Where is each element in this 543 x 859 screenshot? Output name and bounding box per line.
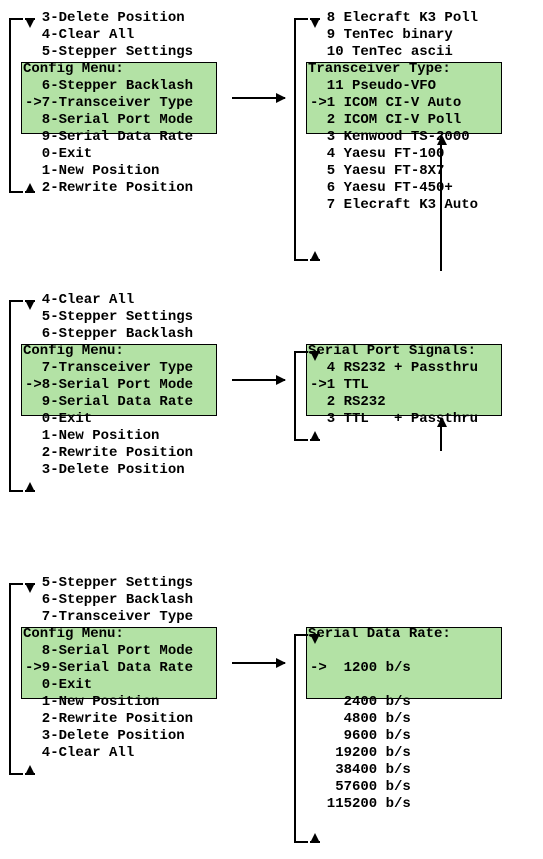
scroll-wrap-icon xyxy=(294,18,308,261)
list-item: 9 TenTec binary xyxy=(310,27,478,44)
list-item: 5-Stepper Settings xyxy=(25,309,193,326)
list-item: 115200 b/s xyxy=(310,796,451,813)
list-item-selected: ->7-Transceiver Type xyxy=(25,95,193,112)
list-item: 5-Stepper Settings xyxy=(25,44,193,61)
list-item: 3 TTL + Passthru xyxy=(310,411,478,428)
list-item: 3-Delete Position xyxy=(25,462,193,479)
scroll-wrap-icon xyxy=(9,300,23,492)
list-item: 3-Delete Position xyxy=(25,10,193,27)
list-item: 57600 b/s xyxy=(310,779,451,796)
list-item: 7-Transceiver Type xyxy=(25,360,193,377)
list-item: 4800 b/s xyxy=(310,711,451,728)
list-item: 4 Yaesu FT-100 xyxy=(310,146,478,163)
list-item: 1-New Position xyxy=(25,428,193,445)
list-item-selected: ->1 TTL xyxy=(310,377,478,394)
list-item: 8 Elecraft K3 Poll xyxy=(310,10,478,27)
list-item: 3-Delete Position xyxy=(25,728,193,745)
list-item-selected: ->1 ICOM CI-V Auto xyxy=(310,95,478,112)
list-item: 9600 b/s xyxy=(310,728,451,745)
config-menu-list: 3-Delete Position 4-Clear All 5-Stepper … xyxy=(25,10,193,197)
list-item: 2-Rewrite Position xyxy=(25,180,193,197)
list-item: 4-Clear All xyxy=(25,292,193,309)
list-item: 2 ICOM CI-V Poll xyxy=(310,112,478,129)
list-item: 8-Serial Port Mode xyxy=(25,643,193,660)
list-item: 9-Serial Data Rate xyxy=(25,394,193,411)
scroll-wrap-icon xyxy=(294,634,308,843)
list-item: 4-Clear All xyxy=(25,745,193,762)
box-title: Config Menu: xyxy=(23,343,193,360)
box-title: Serial Port Signals: xyxy=(308,343,478,360)
box-title: Config Menu: xyxy=(23,61,193,78)
list-item: 0-Exit xyxy=(25,146,193,163)
serial-data-rate-list: Serial Data Rate: -> 1200 b/s 2400 b/s 4… xyxy=(310,626,451,813)
list-item: 7-Transceiver Type xyxy=(25,609,193,626)
list-item: 6-Stepper Backlash xyxy=(25,592,193,609)
list-item xyxy=(310,643,451,660)
list-item: 9-Serial Data Rate xyxy=(25,129,193,146)
list-item: 6-Stepper Backlash xyxy=(25,78,193,95)
serial-port-signals-list: Serial Port Signals: 4 RS232 + Passthru … xyxy=(310,343,478,428)
list-item: 7 Elecraft K3 Auto xyxy=(310,197,478,214)
list-item: 6-Stepper Backlash xyxy=(25,326,193,343)
list-item: 11 Pseudo-VFO xyxy=(310,78,478,95)
list-item: 6 Yaesu FT-450+ xyxy=(310,180,478,197)
list-item-selected: ->9-Serial Data Rate xyxy=(25,660,193,677)
list-item-selected: -> 1200 b/s xyxy=(310,660,451,677)
arrow-right-icon xyxy=(232,662,285,664)
list-item: 2 RS232 xyxy=(310,394,478,411)
list-item: 5 Yaesu FT-8X7 xyxy=(310,163,478,180)
box-title: Config Menu: xyxy=(23,626,193,643)
arrow-right-icon xyxy=(232,97,285,99)
list-item: 5-Stepper Settings xyxy=(25,575,193,592)
scroll-wrap-icon xyxy=(294,351,308,441)
list-item: 19200 b/s xyxy=(310,745,451,762)
config-menu-list: 4-Clear All 5-Stepper Settings 6-Stepper… xyxy=(25,292,193,479)
list-item: 2-Rewrite Position xyxy=(25,445,193,462)
transceiver-type-list: 8 Elecraft K3 Poll 9 TenTec binary 10 Te… xyxy=(310,10,478,214)
list-item: 3 Kenwood TS-2000 xyxy=(310,129,478,146)
list-item: 38400 b/s xyxy=(310,762,451,779)
config-menu-list: 5-Stepper Settings 6-Stepper Backlash 7-… xyxy=(25,575,193,762)
list-item: 10 TenTec ascii xyxy=(310,44,478,61)
list-item: 2400 b/s xyxy=(310,694,451,711)
list-item: 4 RS232 + Passthru xyxy=(310,360,478,377)
list-item: 1-New Position xyxy=(25,694,193,711)
list-item-selected: ->8-Serial Port Mode xyxy=(25,377,193,394)
list-item: 0-Exit xyxy=(25,411,193,428)
list-item: 8-Serial Port Mode xyxy=(25,112,193,129)
scroll-wrap-icon xyxy=(9,583,23,775)
list-item xyxy=(310,677,451,694)
box-title: Serial Data Rate: xyxy=(308,626,451,643)
list-item: 2-Rewrite Position xyxy=(25,711,193,728)
arrow-right-icon xyxy=(232,379,285,381)
list-item: 0-Exit xyxy=(25,677,193,694)
scroll-wrap-icon xyxy=(9,18,23,193)
list-item: 1-New Position xyxy=(25,163,193,180)
list-item: 4-Clear All xyxy=(25,27,193,44)
box-title: Transceiver Type: xyxy=(308,61,478,78)
